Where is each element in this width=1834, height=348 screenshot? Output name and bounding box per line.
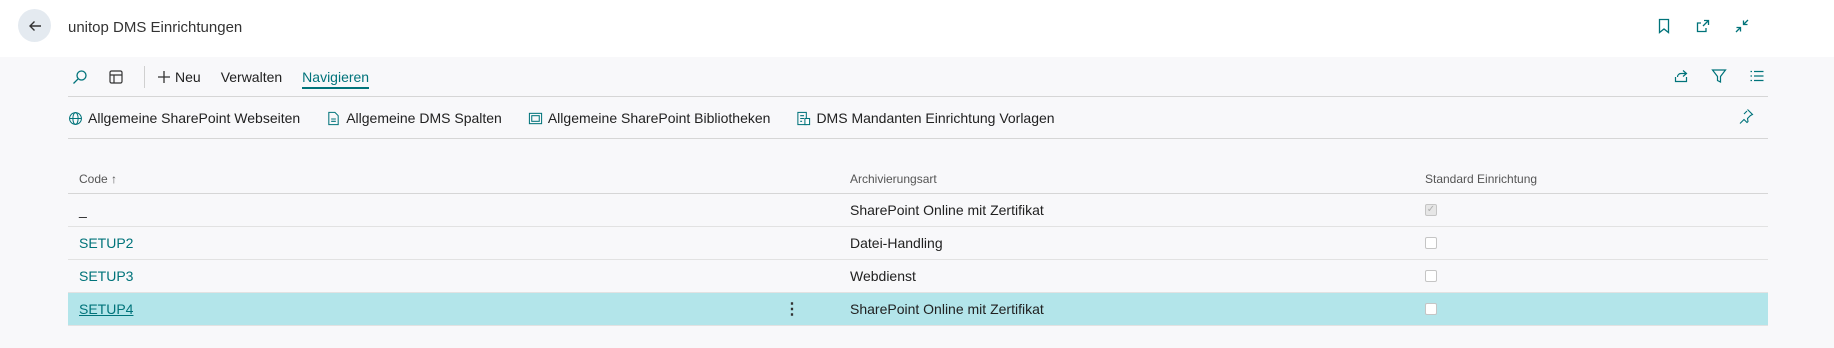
divider [68,96,1768,97]
archivierungsart-cell: SharePoint Online mit Zertifikat [850,301,1044,317]
collapse-icon[interactable] [1731,15,1753,37]
archivierungsart-cell: Datei-Handling [850,235,943,251]
manage-tab-label: Verwalten [220,69,283,85]
list-view-icon[interactable] [1746,65,1768,87]
table-header-row: Code ↑ Archivierungsart Standard Einrich… [68,165,1768,194]
column-header-standard[interactable]: Standard Einrichtung [1425,165,1537,193]
code-cell: SETUP3 [79,260,133,292]
separator [144,66,145,88]
navigate-tab-label: Navigieren [302,69,370,85]
standard-checkbox[interactable]: ✓ [1425,204,1437,216]
new-button-label: Neu [175,69,201,85]
bookmark-icon[interactable] [1653,15,1675,37]
table-row-selected[interactable]: SETUP4 ⋮ SharePoint Online mit Zertifika… [68,293,1768,326]
globe-icon [69,111,82,125]
pin-icon[interactable] [1738,108,1754,129]
nav-action-sharepoint-websites[interactable]: Allgemeine SharePoint Webseiten [68,110,300,126]
new-button[interactable]: Neu [157,65,201,89]
filter-icon[interactable] [1708,65,1730,87]
column-header-archivierungsart[interactable]: Archivierungsart [850,165,937,193]
standard-cell [1425,293,1437,325]
divider [68,138,1768,139]
search-icon[interactable] [68,65,92,89]
standard-cell [1425,227,1437,259]
standard-checkbox[interactable] [1425,237,1437,249]
code-cell: SETUP2 [79,227,133,259]
nav-action-label: Allgemeine DMS Spalten [346,110,502,126]
arrow-left-icon [28,20,41,31]
code-link[interactable]: SETUP4 [79,301,133,317]
plus-icon [158,71,170,83]
nav-action-sharepoint-libraries[interactable]: Allgemeine SharePoint Bibliotheken [528,110,771,126]
nav-action-dms-columns[interactable]: Allgemeine DMS Spalten [326,110,502,126]
nav-action-label: Allgemeine SharePoint Webseiten [88,110,301,126]
back-button[interactable] [18,9,51,42]
page-title: unitop DMS Einrichtungen [68,19,243,36]
action-bar: Neu Verwalten Navigieren [68,60,1768,94]
column-header-code[interactable]: Code ↑ [79,165,117,193]
manage-tab[interactable]: Verwalten [221,65,282,89]
template-icon [797,111,811,125]
library-icon [528,112,542,124]
page-header: unitop DMS Einrichtungen [0,0,1834,57]
edit-list-icon[interactable] [104,65,128,89]
archivierungsart-cell: SharePoint Online mit Zertifikat [850,202,1044,218]
table-row[interactable]: SETUP2 Datei-Handling [68,227,1768,260]
nav-action-template-setup[interactable]: DMS Mandanten Einrichtung Vorlagen [796,110,1055,126]
code-link[interactable]: SETUP2 [79,235,133,251]
share-icon[interactable] [1670,65,1692,87]
archivierungsart-cell: Webdienst [850,268,916,284]
standard-cell: ✓ [1425,194,1437,226]
table-row[interactable]: SETUP3 Webdienst [68,260,1768,293]
document-icon [328,111,339,125]
code-link[interactable]: SETUP3 [79,268,133,284]
table-row[interactable]: _ SharePoint Online mit Zertifikat ✓ [68,194,1768,227]
nav-action-label: DMS Mandanten Einrichtung Vorlagen [816,110,1055,126]
standard-cell [1425,260,1437,292]
navigate-actions-bar: Allgemeine SharePoint Webseiten Allgemei… [68,104,1768,132]
row-menu-button[interactable]: ⋮ [784,293,800,325]
standard-checkbox[interactable] [1425,270,1437,282]
code-cell: _ [79,202,87,218]
open-new-window-icon[interactable] [1692,15,1714,37]
code-cell: SETUP4 [79,293,133,325]
navigate-tab[interactable]: Navigieren [302,65,370,89]
nav-action-label: Allgemeine SharePoint Bibliotheken [547,110,771,126]
standard-checkbox[interactable] [1425,303,1437,315]
setup-table: Code ↑ Archivierungsart Standard Einrich… [68,165,1768,326]
